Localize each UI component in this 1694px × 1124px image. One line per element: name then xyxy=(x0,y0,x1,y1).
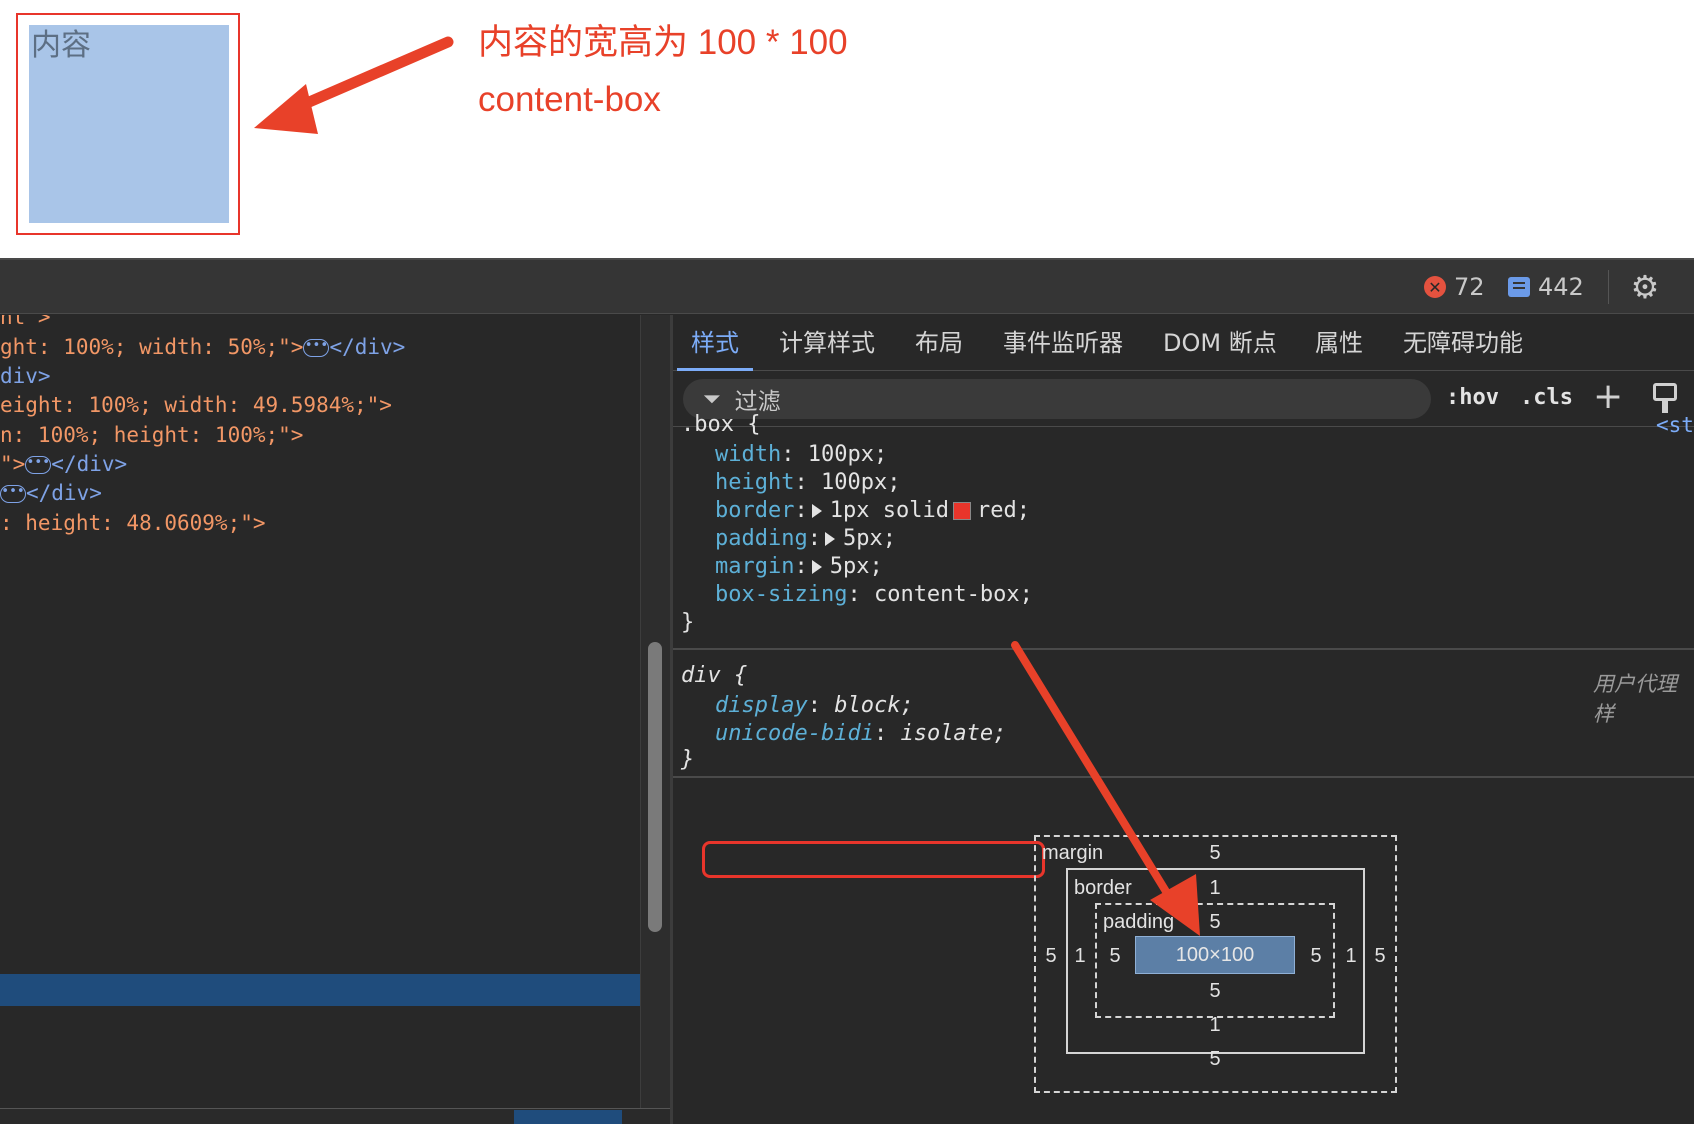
padding-bottom-value[interactable]: 5 xyxy=(1205,980,1225,1003)
margin-right-value[interactable]: 5 xyxy=(1370,945,1390,968)
element-attribute-text: : height: 48.0609%;"> xyxy=(0,511,266,535)
filter-input[interactable]: ⏷ 过滤 xyxy=(683,379,1431,419)
prop-border[interactable]: border: 1px solid red; xyxy=(715,497,1030,525)
border-left-value[interactable]: 1 xyxy=(1070,945,1090,968)
tab-event-listeners[interactable]: 事件监听器 xyxy=(1003,315,1123,371)
gear-icon[interactable]: ⚙ xyxy=(1628,270,1662,304)
padding-right-value[interactable]: 5 xyxy=(1306,945,1326,968)
border-bottom-value[interactable]: 1 xyxy=(1205,1014,1225,1037)
element-tree-line[interactable]: ght: 100%; width: 50%;">•••</div> xyxy=(0,332,405,362)
prop-display: display: block; xyxy=(715,693,914,718)
prop-unicode-bidi: unicode-bidi: isolate; xyxy=(715,721,1007,746)
ellipsis-icon[interactable]: ••• xyxy=(303,339,330,357)
box-model-margin-label: margin xyxy=(1042,842,1104,864)
prop-padding[interactable]: padding: 5px; xyxy=(715,525,896,553)
demo-box-content: 内容 xyxy=(29,25,229,223)
tab-computed[interactable]: 计算样式 xyxy=(779,315,875,371)
rule-close-brace: } xyxy=(681,747,695,772)
styles-filterbar: ⏷ 过滤 :hov .cls + xyxy=(673,371,1694,427)
element-attribute-text: nt"> xyxy=(0,315,51,329)
element-tag-text: </div> xyxy=(26,481,102,505)
element-attribute-text: "> xyxy=(0,452,26,476)
error-counter[interactable]: ✕ 72 xyxy=(1424,272,1485,302)
elements-tree[interactable]: nt"> ght: 100%; width: 50%;">•••</div> div… xyxy=(0,315,640,1124)
element-tree-line[interactable]: nt"> xyxy=(0,315,51,332)
devtools-toolbar: ✕ 72 442 ⚙ xyxy=(0,260,1694,314)
rule-separator xyxy=(673,648,1694,650)
box-model-border-label: border xyxy=(1074,877,1132,899)
box-model-content[interactable]: 100×100 xyxy=(1135,936,1295,974)
margin-bottom-value[interactable]: 5 xyxy=(1205,1048,1225,1071)
color-swatch[interactable] xyxy=(952,502,971,520)
prop-box-sizing[interactable]: box-sizing: content-box; xyxy=(715,581,1033,609)
devtools-panel: ✕ 72 442 ⚙ nt"> ght: 100%; width: 50%;">•… xyxy=(0,258,1694,1124)
error-count: 72 xyxy=(1454,273,1485,301)
selected-node-row[interactable] xyxy=(0,974,640,1006)
expand-triangle-icon[interactable] xyxy=(811,504,822,518)
message-icon xyxy=(1508,277,1530,297)
rule-selector[interactable]: .box { xyxy=(681,411,760,439)
annotation-highlight-box-sizing xyxy=(702,841,1045,878)
demo-box-border: 内容 xyxy=(16,13,240,235)
tab-dom-breakpoints[interactable]: DOM 断点 xyxy=(1163,315,1277,371)
tab-properties[interactable]: 属性 xyxy=(1315,315,1363,371)
annotation-content-box: content-box xyxy=(478,80,661,119)
element-tree-line[interactable]: n: 100%; height: 100%;"> xyxy=(0,420,303,450)
filter-funnel-icon: ⏷ xyxy=(703,386,721,412)
annotation-width-height: 内容的宽高为 100 * 100 xyxy=(478,23,848,62)
prop-width[interactable]: width: 100px; xyxy=(715,441,887,469)
toolbar-divider xyxy=(1608,270,1609,304)
margin-top-value[interactable]: 5 xyxy=(1205,842,1225,865)
elements-scrollbar-thumb[interactable] xyxy=(648,642,662,932)
element-attribute-text: ght: 100%; width: 50%;"> xyxy=(0,335,304,359)
styles-pane: 样式 计算样式 布局 事件监听器 DOM 断点 属性 无障碍功能 ⏷ 过滤 :h… xyxy=(673,315,1694,1124)
border-right-value[interactable]: 1 xyxy=(1341,945,1361,968)
tab-layout[interactable]: 布局 xyxy=(915,315,963,371)
border-top-value[interactable]: 1 xyxy=(1205,877,1225,900)
rule-separator xyxy=(673,776,1694,778)
message-count: 442 xyxy=(1538,273,1584,301)
padding-left-value[interactable]: 5 xyxy=(1105,945,1125,968)
tab-accessibility[interactable]: 无障碍功能 xyxy=(1403,315,1523,371)
user-agent-stylesheet-label: 用户代理样 xyxy=(1593,672,1677,726)
element-attribute-text: eight: 100%; width: 49.5984%;"> xyxy=(0,393,392,417)
rule-close-brace: } xyxy=(681,610,695,635)
element-tree-line[interactable]: eight: 100%; width: 49.5984%;"> xyxy=(0,390,392,420)
padding-top-value[interactable]: 5 xyxy=(1205,911,1225,934)
expand-triangle-icon[interactable] xyxy=(811,560,822,574)
error-x-icon: ✕ xyxy=(1424,276,1446,298)
element-tag-text: div> xyxy=(0,364,51,388)
prop-margin[interactable]: margin: 5px; xyxy=(715,553,883,581)
rendering-brush-icon[interactable] xyxy=(1653,381,1677,415)
cls-button[interactable]: .cls xyxy=(1520,385,1573,410)
margin-left-value[interactable]: 5 xyxy=(1041,945,1061,968)
element-tree-line[interactable]: •••</div> xyxy=(0,478,102,508)
expand-triangle-icon[interactable] xyxy=(824,532,835,546)
styles-tabbar: 样式 计算样式 布局 事件监听器 DOM 断点 属性 无障碍功能 xyxy=(673,315,1694,371)
element-tree-line[interactable]: div> xyxy=(0,361,51,391)
new-style-rule-icon[interactable]: + xyxy=(1593,377,1623,417)
ellipsis-icon[interactable]: ••• xyxy=(25,456,52,474)
element-tag-text: </div> xyxy=(329,335,406,359)
rule-selector[interactable]: div { xyxy=(681,662,747,690)
message-counter[interactable]: 442 xyxy=(1508,272,1584,302)
element-attribute-text: n: 100%; height: 100%;"> xyxy=(0,423,304,447)
tab-styles[interactable]: 样式 xyxy=(677,315,753,371)
prop-height[interactable]: height: 100px; xyxy=(715,469,900,497)
ellipsis-icon[interactable]: ••• xyxy=(0,485,26,503)
elements-hscrollbar-thumb[interactable] xyxy=(514,1110,622,1124)
box-model-padding-label: padding xyxy=(1103,911,1175,933)
element-tag-text: </div> xyxy=(51,452,128,476)
hov-button[interactable]: :hov xyxy=(1446,385,1499,410)
rule-source-link[interactable]: <st xyxy=(1656,413,1694,437)
demo-preview-area: 内容 内容的宽高为 100 * 100 content-box xyxy=(0,0,1694,258)
element-tree-line[interactable]: ">•••</div> xyxy=(0,449,127,479)
element-tree-line[interactable]: : height: 48.0609%;"> xyxy=(0,508,266,538)
